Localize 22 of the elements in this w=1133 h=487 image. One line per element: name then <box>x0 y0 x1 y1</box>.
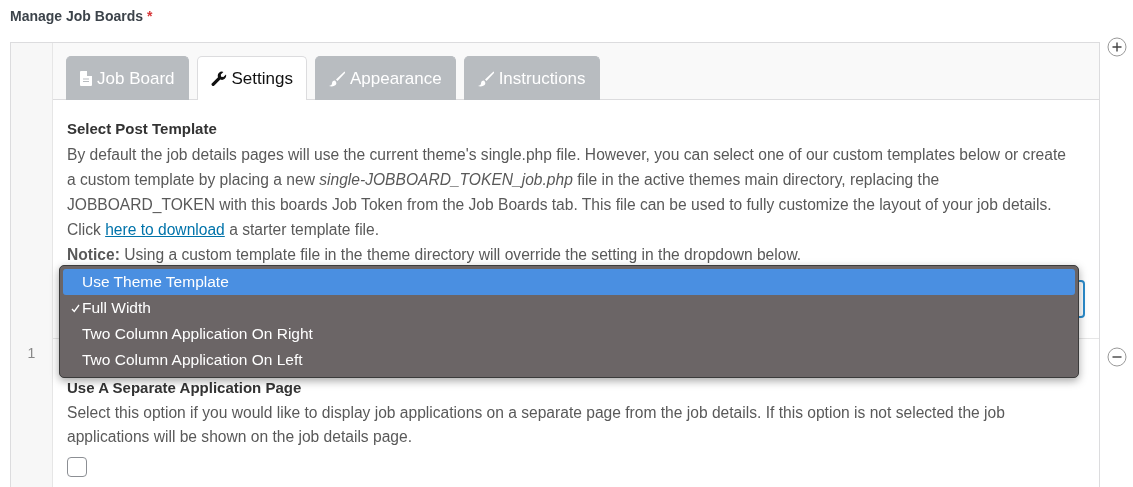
dropdown-option[interactable]: Full Width <box>63 295 1075 321</box>
tab[interactable]: Settings <box>196 56 307 100</box>
dropdown-option[interactable]: Two Column Application On Left <box>63 347 1075 373</box>
remove-icon[interactable] <box>1106 347 1127 367</box>
notice-text: Notice: Using a custom template file in the theme directory will override the setting in the dropdown below. <box>67 245 803 265</box>
field-label: Manage Job Boards <box>10 8 144 24</box>
document-icon <box>80 71 92 86</box>
section-description: Select this option if you would like to display job applications on a separate page from the job details. If this option is not selected the job applications will be shown on the job details page. <box>67 403 1006 447</box>
required-mark: * <box>147 8 153 24</box>
checkbox[interactable] <box>67 457 87 477</box>
section-title: Select Post Template <box>67 120 218 139</box>
section-title: Use A Separate Application Page <box>67 379 303 398</box>
wrench-icon <box>210 70 227 87</box>
dropdown-option[interactable]: Two Column Application On Right <box>63 321 1075 347</box>
section-description: By default the job details pages will use the current theme's single.php file. However, you can select one of our custom templates below or create a custom template by placing a new single-JOBBOARD_TOKEN_job.php file in the active themes main directory, replacing the JOBBOARD_TOKEN with this boards Job Token from the Job Boards tab. This file can be used to fully customize the layout of your job details. Click here to download a starter template file. <box>67 145 1067 240</box>
download-link[interactable]: here to download <box>105 221 225 238</box>
brush-icon <box>477 70 494 87</box>
add-icon[interactable] <box>1106 37 1127 57</box>
dropdown-option[interactable]: Use Theme Template <box>63 269 1075 295</box>
row-number: 1 <box>27 345 36 363</box>
checkmark-icon <box>71 303 80 313</box>
brush-icon <box>328 70 345 87</box>
